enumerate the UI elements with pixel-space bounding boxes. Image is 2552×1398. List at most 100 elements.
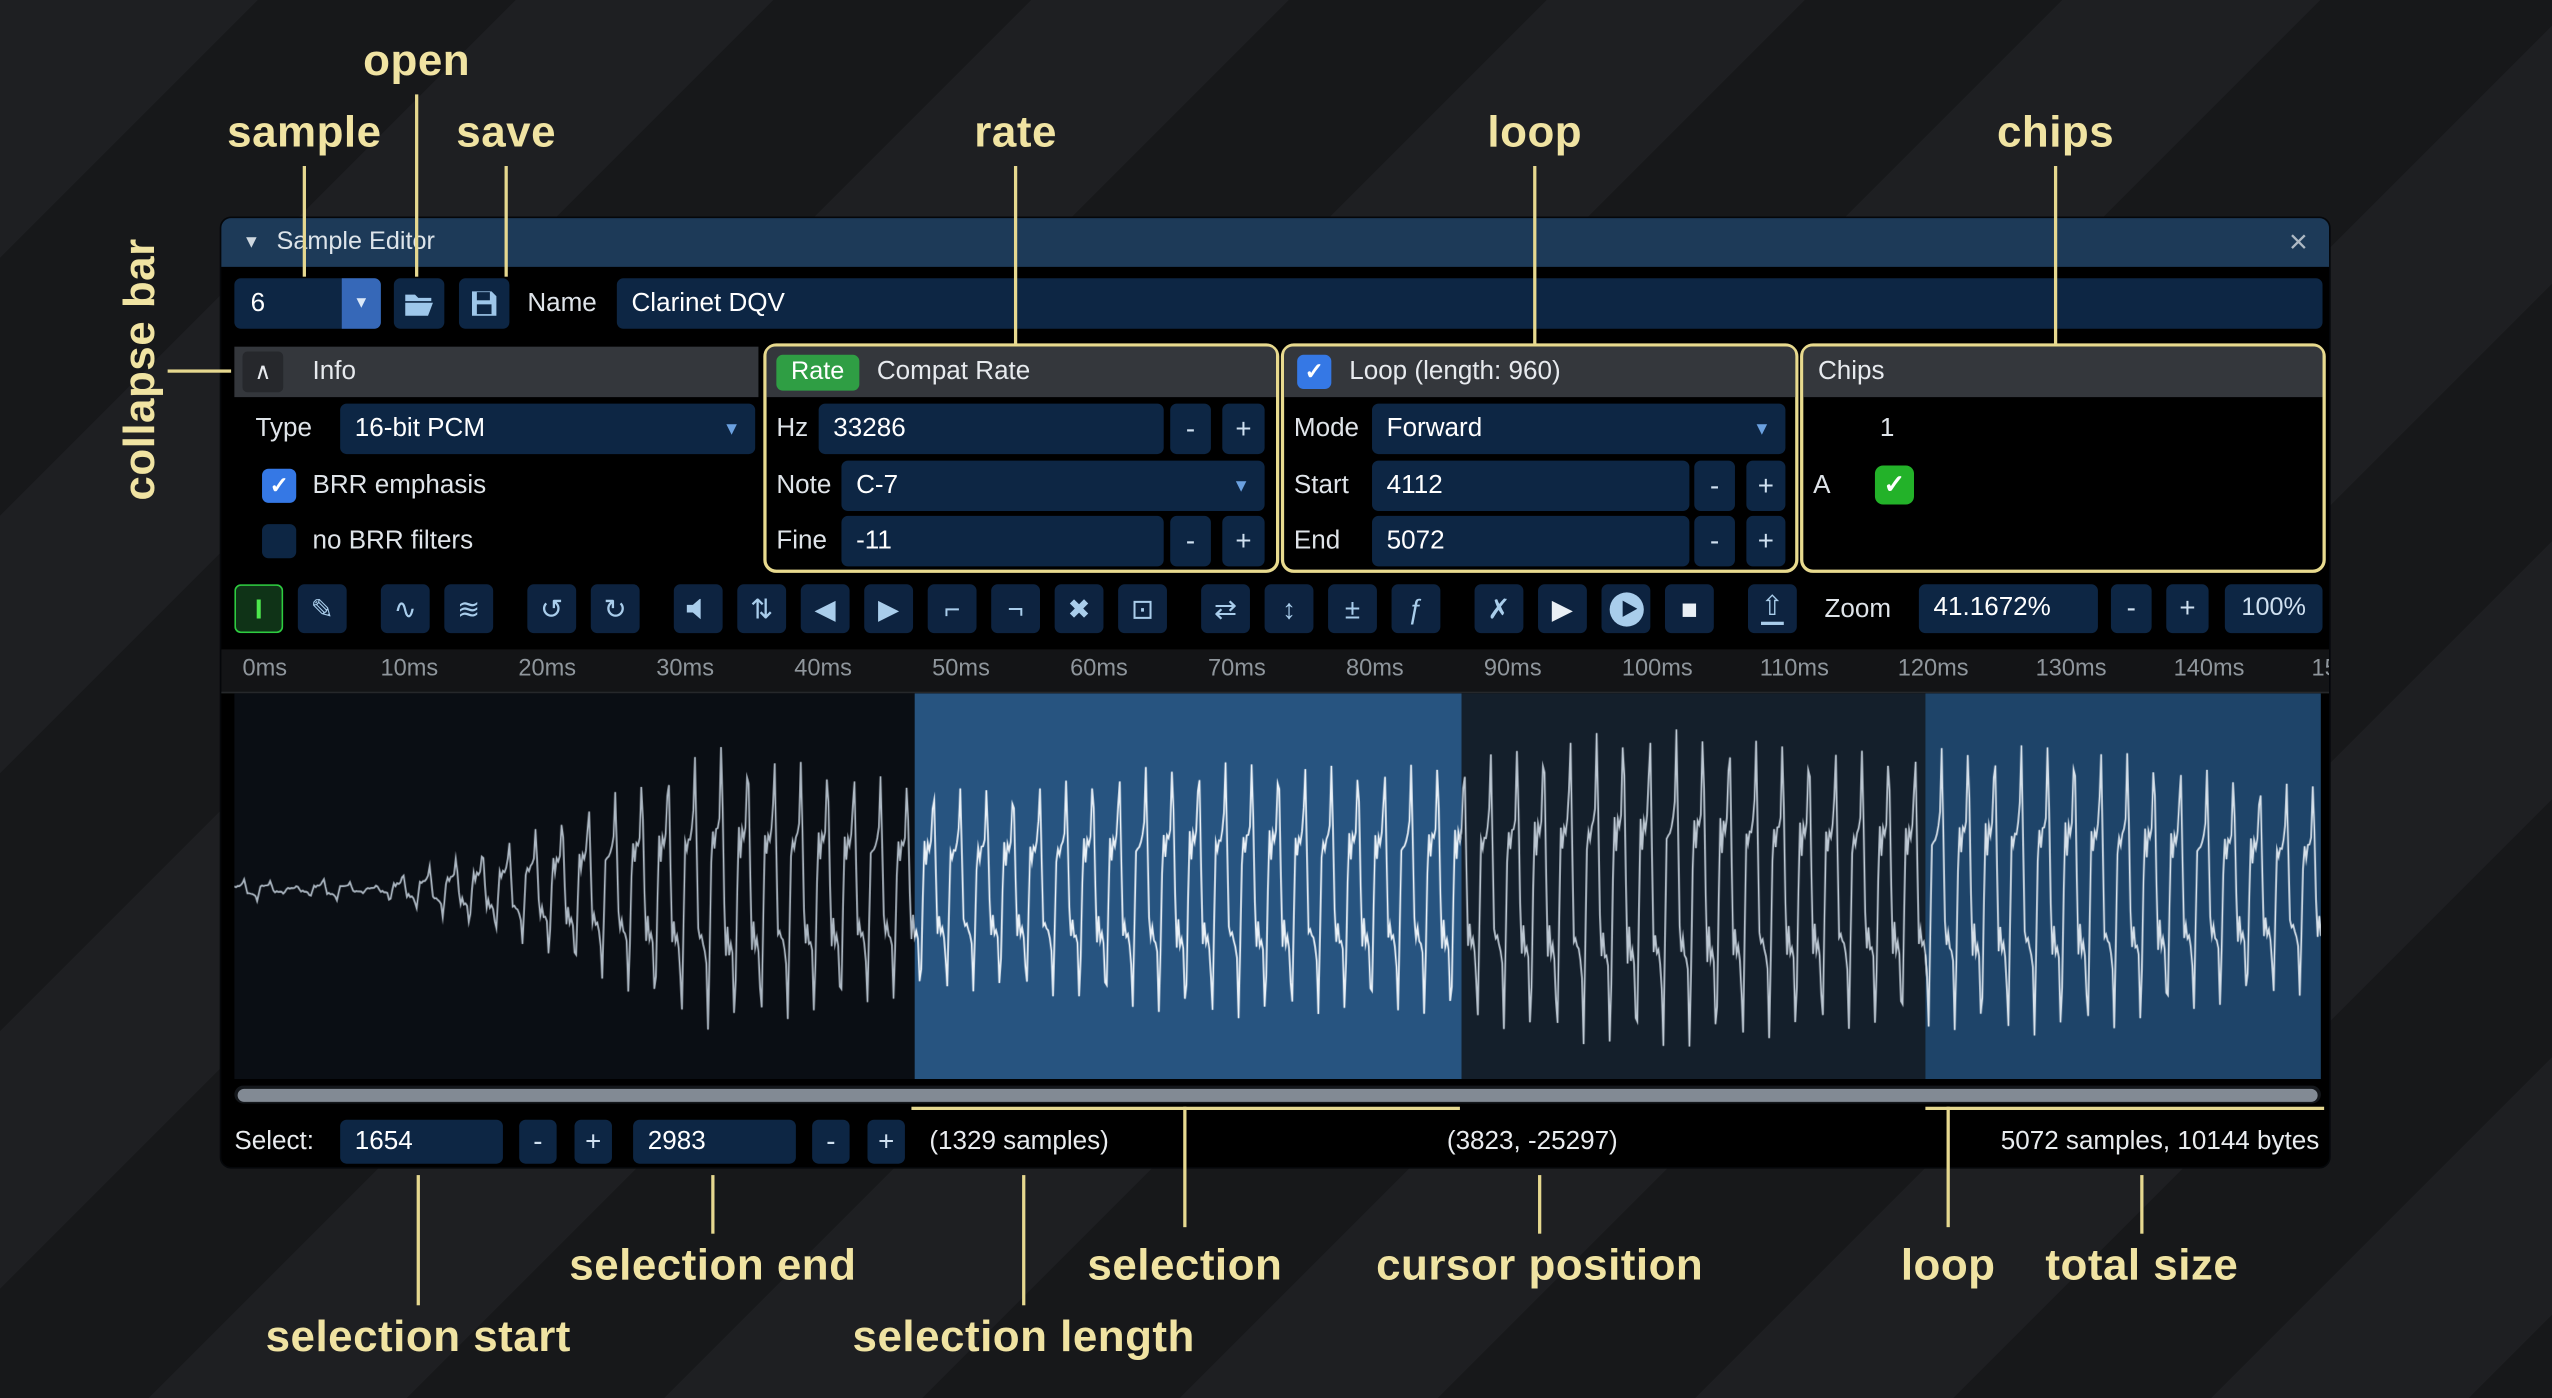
annotation-line-selection bbox=[1183, 1107, 1186, 1227]
ruler-label: 40ms bbox=[794, 656, 852, 682]
open-button[interactable] bbox=[394, 278, 444, 328]
ruler-label: 0ms bbox=[243, 656, 288, 682]
floppy-save-icon bbox=[470, 290, 498, 318]
selection-start-plus-button[interactable]: + bbox=[575, 1120, 612, 1164]
resample-icon: ∿ bbox=[394, 595, 417, 623]
collapse-triangle-icon[interactable]: ▼ bbox=[243, 233, 261, 253]
fine-plus-button[interactable]: + bbox=[1222, 516, 1264, 566]
fine-minus-button[interactable]: - bbox=[1170, 516, 1211, 566]
zoom-plus-button[interactable]: + bbox=[2166, 584, 2208, 633]
loop-end-input[interactable]: 5072 bbox=[1372, 516, 1689, 566]
dropdown-arrow-icon[interactable]: ▼ bbox=[342, 278, 381, 328]
brr-emphasis-checkbox[interactable]: ✓ bbox=[262, 469, 296, 503]
selection-start-input[interactable]: 1654 bbox=[340, 1120, 503, 1164]
loop-end-minus-button[interactable]: - bbox=[1694, 516, 1735, 566]
ruler-label: 100ms bbox=[1622, 656, 1693, 682]
annotation-line-sample bbox=[303, 166, 306, 277]
preview-button[interactable]: ▶ bbox=[1538, 584, 1587, 633]
loop-end-plus-button[interactable]: + bbox=[1746, 516, 1785, 566]
ruler-label: 130ms bbox=[2036, 656, 2107, 682]
preview-icon: ▶ bbox=[1552, 595, 1573, 623]
amplify-button[interactable] bbox=[674, 584, 723, 633]
status-row: Select: 1654 - + 2983 - + (1329 samples)… bbox=[221, 1118, 2329, 1167]
type-dropdown[interactable]: 16-bit PCM ▼ bbox=[340, 404, 755, 454]
zoom-input[interactable]: 41.1672% bbox=[1919, 584, 2098, 633]
fine-input[interactable]: -11 bbox=[841, 516, 1163, 566]
ruler-label: 50ms bbox=[932, 656, 990, 682]
sample-name-input[interactable]: Clarinet DQV bbox=[617, 278, 2323, 328]
hz-input[interactable]: 33286 bbox=[819, 404, 1164, 454]
reverse-button[interactable]: ⇄ bbox=[1201, 584, 1250, 633]
crossfade-button[interactable]: ✗ bbox=[1475, 584, 1524, 633]
create-wave-icon: ≋ bbox=[457, 595, 480, 623]
annotation-loop-bottom: loop bbox=[1901, 1240, 1996, 1290]
filter-button[interactable]: ƒ bbox=[1392, 584, 1441, 633]
sign-convert-button[interactable]: ± bbox=[1328, 584, 1377, 633]
annotation-bracket-loop bbox=[1925, 1107, 2324, 1110]
collapse-chevron-icon[interactable]: ∧ bbox=[243, 352, 284, 393]
selection-end-value: 2983 bbox=[648, 1127, 706, 1156]
delete-button[interactable]: ✖ bbox=[1055, 584, 1104, 633]
undo-button[interactable]: ↺ bbox=[527, 584, 576, 633]
selection-end-input[interactable]: 2983 bbox=[633, 1120, 796, 1164]
rate-panel-header[interactable]: Rate Compat Rate bbox=[767, 347, 1276, 397]
loop-mode-dropdown[interactable]: Forward ▼ bbox=[1372, 404, 1785, 454]
annotation-line-selection-end bbox=[711, 1175, 714, 1234]
selection-end-minus-button[interactable]: - bbox=[812, 1120, 849, 1164]
reverse-icon: ⇄ bbox=[1214, 595, 1237, 623]
annotation-line-open bbox=[415, 94, 418, 276]
info-panel: ∧ Info Type 16-bit PCM ▼ ✓ BRR emphasis … bbox=[234, 347, 758, 570]
fade-in-button[interactable]: ◀ bbox=[801, 584, 850, 633]
chips-panel-header[interactable]: Chips bbox=[1803, 347, 2322, 397]
fade-out-icon: ▶ bbox=[878, 595, 899, 623]
annotation-save: save bbox=[456, 107, 556, 157]
loop-start-input[interactable]: 4112 bbox=[1372, 461, 1689, 511]
info-panel-header[interactable]: ∧ Info bbox=[234, 347, 758, 397]
loop-end-label: End bbox=[1294, 516, 1340, 566]
chips-column-label: 1 bbox=[1880, 404, 1894, 454]
stop-button[interactable]: ■ bbox=[1665, 584, 1714, 633]
zoom-reset-button[interactable]: 100% bbox=[2225, 584, 2323, 633]
loop-panel-header[interactable]: ✓ Loop (length: 960) bbox=[1284, 347, 1795, 397]
window-titlebar[interactable]: ▼ Sample Editor × bbox=[221, 218, 2329, 267]
scrollbar-thumb[interactable] bbox=[238, 1088, 2318, 1101]
draw-mode-button[interactable]: ✎ bbox=[298, 584, 347, 633]
hz-plus-button[interactable]: + bbox=[1222, 404, 1264, 454]
selection-end-plus-button[interactable]: + bbox=[867, 1120, 904, 1164]
fade-out-button[interactable]: ▶ bbox=[864, 584, 913, 633]
annotation-line-collapse-bar bbox=[168, 369, 231, 372]
trim-button[interactable]: ⊡ bbox=[1118, 584, 1167, 633]
close-icon[interactable]: × bbox=[2289, 226, 2308, 259]
redo-button[interactable]: ↻ bbox=[591, 584, 640, 633]
note-dropdown[interactable]: C-7 ▼ bbox=[841, 461, 1264, 511]
waveform-canvas[interactable] bbox=[234, 693, 2321, 1079]
import-icon: ⇧ bbox=[1761, 592, 1784, 625]
no-brr-filters-checkbox[interactable] bbox=[262, 524, 296, 558]
invert-button[interactable]: ↕ bbox=[1265, 584, 1314, 633]
selection-start-minus-button[interactable]: - bbox=[519, 1120, 556, 1164]
apply-silence-button[interactable]: ¬ bbox=[991, 584, 1040, 633]
resample-button[interactable]: ∿ bbox=[381, 584, 430, 633]
select-mode-button[interactable]: I bbox=[234, 584, 283, 633]
sample-number-value: 6 bbox=[234, 289, 341, 318]
create-wave-button[interactable]: ≋ bbox=[444, 584, 493, 633]
dropdown-arrow-icon: ▼ bbox=[1232, 476, 1250, 496]
zoom-minus-button[interactable]: - bbox=[2111, 584, 2152, 633]
annotation-collapse-bar: collapse bar bbox=[115, 238, 165, 500]
play-button[interactable] bbox=[1602, 584, 1651, 633]
save-button[interactable] bbox=[459, 278, 509, 328]
note-value: C-7 bbox=[856, 471, 898, 500]
dropdown-arrow-icon: ▼ bbox=[723, 419, 741, 439]
hz-minus-button[interactable]: - bbox=[1170, 404, 1211, 454]
loop-start-minus-button[interactable]: - bbox=[1694, 461, 1735, 511]
normalize-button[interactable]: ⇅ bbox=[737, 584, 786, 633]
annotation-loop: loop bbox=[1487, 107, 1582, 157]
selection-start-value: 1654 bbox=[355, 1127, 413, 1156]
sample-number-dropdown[interactable]: 6 ▼ bbox=[234, 278, 380, 328]
loop-enable-checkbox[interactable]: ✓ bbox=[1297, 355, 1331, 389]
loop-start-plus-button[interactable]: + bbox=[1746, 461, 1785, 511]
note-label: Note bbox=[776, 461, 831, 511]
chip-enabled-checkbox[interactable]: ✓ bbox=[1875, 465, 1914, 504]
import-button[interactable]: ⇧ bbox=[1748, 584, 1797, 633]
insert-silence-button[interactable]: ⌐ bbox=[928, 584, 977, 633]
